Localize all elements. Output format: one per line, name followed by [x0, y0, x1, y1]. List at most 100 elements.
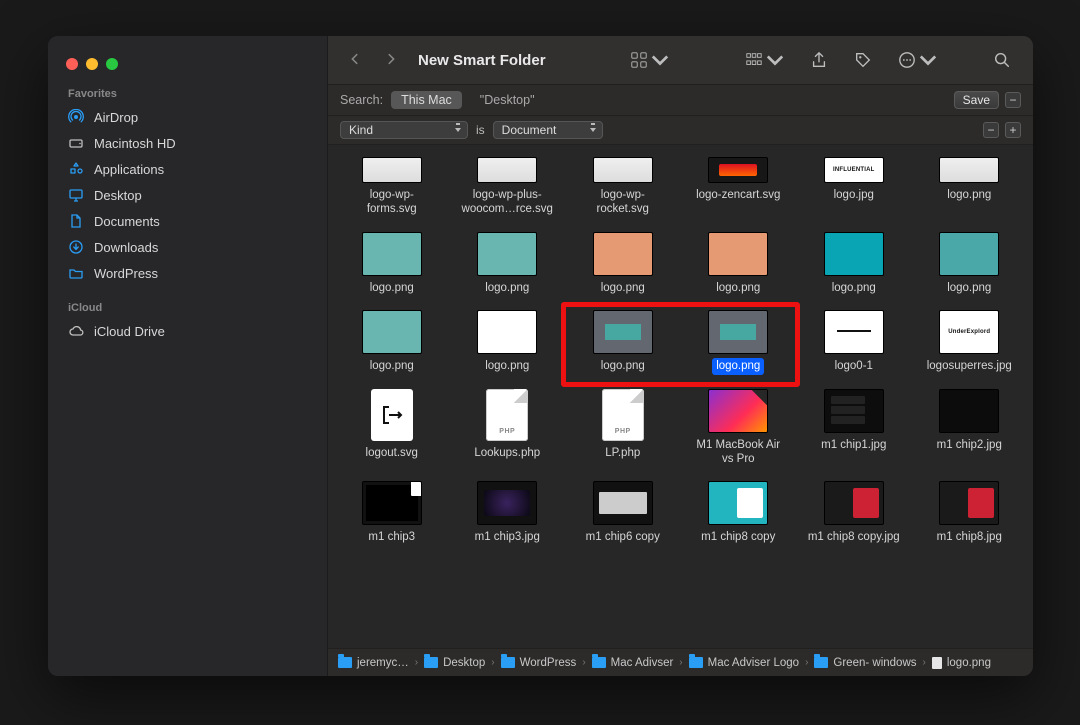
file-thumbnail	[708, 157, 768, 183]
forward-button[interactable]	[378, 48, 404, 73]
file-name-label: logo.png	[481, 358, 533, 374]
file-item[interactable]: logo.png	[452, 308, 564, 380]
file-item[interactable]: logo.png	[567, 308, 679, 380]
hdd-icon	[68, 135, 84, 151]
file-item[interactable]: logo.png	[452, 230, 564, 302]
chevron-right-icon: ›	[677, 657, 684, 668]
chevron-right-icon: ›	[413, 657, 420, 668]
file-item[interactable]: m1 chip8 copy.jpg	[798, 479, 910, 551]
add-criteria-button[interactable]: +	[1005, 122, 1021, 138]
file-item[interactable]: logo-wp-rocket.svg	[567, 155, 679, 224]
file-item[interactable]: logo.png	[683, 308, 795, 380]
action-menu-button[interactable]	[890, 47, 945, 73]
path-crumb-label: Green- windows	[833, 657, 916, 669]
sidebar-item-label: Macintosh HD	[94, 136, 176, 151]
file-item[interactable]: PHPLookups.php	[452, 387, 564, 474]
file-item[interactable]: m1 chip6 copy	[567, 479, 679, 551]
file-grid[interactable]: logo-wp-forms.svg logo-wp-plus-woocom…rce…	[328, 145, 1033, 648]
remove-criteria-button[interactable]: −	[983, 122, 999, 138]
minimize-window-button[interactable]	[86, 58, 98, 70]
folder-icon	[592, 657, 606, 668]
file-item[interactable]: logo-zencart.svg	[683, 155, 795, 224]
back-button[interactable]	[342, 48, 368, 73]
share-button[interactable]	[802, 47, 836, 73]
file-item[interactable]: logo.png	[798, 230, 910, 302]
file-item[interactable]: UnderExplord logosuperres.jpg	[914, 308, 1026, 380]
remove-scope-button[interactable]: −	[1005, 92, 1021, 108]
file-thumbnail	[939, 481, 999, 525]
path-crumb[interactable]: jeremyc…	[338, 657, 409, 669]
path-crumb-label: Mac Adviser Logo	[708, 657, 799, 669]
sidebar-item-label: Downloads	[94, 240, 158, 255]
sidebar-item-applications[interactable]: Applications	[48, 156, 327, 182]
path-crumb[interactable]: Green- windows	[814, 657, 916, 669]
folder-icon	[338, 657, 352, 668]
folder-icon	[424, 657, 438, 668]
tags-button[interactable]	[846, 47, 880, 73]
file-item[interactable]: m1 chip2.jpg	[914, 387, 1026, 474]
main-pane: New Smart Folder	[328, 36, 1033, 676]
sidebar-item-downloads[interactable]: Downloads	[48, 234, 327, 260]
file-name-label: logosuperres.jpg	[923, 358, 1016, 374]
file-name-label: logo.png	[597, 280, 649, 296]
scope-this-mac[interactable]: This Mac	[391, 91, 462, 109]
file-item[interactable]: logo0-1	[798, 308, 910, 380]
close-window-button[interactable]	[66, 58, 78, 70]
file-name-label: Lookups.php	[470, 445, 544, 461]
save-search-button[interactable]: Save	[954, 91, 999, 109]
file-item[interactable]: m1 chip1.jpg	[798, 387, 910, 474]
file-item[interactable]: logout.svg	[336, 387, 448, 474]
chevron-right-icon: ›	[803, 657, 810, 668]
sidebar-item-icloud-drive[interactable]: iCloud Drive	[48, 318, 327, 344]
file-item[interactable]: logo.png	[567, 230, 679, 302]
document-icon	[68, 213, 84, 229]
path-crumb[interactable]: WordPress	[501, 657, 577, 669]
folder-icon	[68, 265, 84, 281]
file-item[interactable]: m1 chip8.jpg	[914, 479, 1026, 551]
file-item[interactable]: logo.png	[336, 230, 448, 302]
fullscreen-window-button[interactable]	[106, 58, 118, 70]
file-item[interactable]: m1 chip3.jpg	[452, 479, 564, 551]
sidebar: FavoritesAirDropMacintosh HDApplications…	[48, 36, 328, 676]
sidebar-item-wordpress[interactable]: WordPress	[48, 260, 327, 286]
file-thumbnail	[708, 481, 768, 525]
file-name-label: m1 chip8.jpg	[933, 529, 1006, 545]
group-by-button[interactable]	[737, 47, 792, 73]
file-item[interactable]: M1 MacBook Air vs Pro	[683, 387, 795, 474]
file-name-label: logo.png	[943, 280, 995, 296]
file-item[interactable]: INFLUENTIALlogo.jpg	[798, 155, 910, 224]
file-item[interactable]: logo.png	[914, 155, 1026, 224]
path-crumb-label: WordPress	[520, 657, 577, 669]
view-icon-mode-button[interactable]	[622, 47, 677, 73]
file-thumbnail: UnderExplord	[939, 310, 999, 354]
sidebar-item-airdrop[interactable]: AirDrop	[48, 104, 327, 130]
file-name-label: logo-wp-plus-woocom…rce.svg	[457, 187, 557, 218]
file-item[interactable]: logo.png	[336, 308, 448, 380]
finder-window: FavoritesAirDropMacintosh HDApplications…	[48, 36, 1033, 676]
sidebar-item-macintosh-hd[interactable]: Macintosh HD	[48, 130, 327, 156]
sidebar-item-desktop[interactable]: Desktop	[48, 182, 327, 208]
file-name-label: m1 chip2.jpg	[933, 437, 1006, 453]
file-item[interactable]: m1 chip3	[336, 479, 448, 551]
path-crumb[interactable]: Desktop	[424, 657, 485, 669]
path-crumb[interactable]: Mac Adivser	[592, 657, 674, 669]
file-thumbnail	[477, 157, 537, 183]
criteria-attribute-select[interactable]: Kind	[340, 121, 468, 139]
file-item[interactable]: logo-wp-plus-woocom…rce.svg	[452, 155, 564, 224]
path-crumb[interactable]: logo.png	[932, 657, 991, 669]
file-item[interactable]: logo.png	[683, 230, 795, 302]
file-item[interactable]: m1 chip8 copy	[683, 479, 795, 551]
file-item[interactable]: logo.png	[914, 230, 1026, 302]
sidebar-item-documents[interactable]: Documents	[48, 208, 327, 234]
file-thumbnail	[708, 389, 768, 433]
file-item[interactable]: PHPLP.php	[567, 387, 679, 474]
apps-icon	[68, 161, 84, 177]
scope-desktop[interactable]: "Desktop"	[470, 91, 545, 109]
criteria-value-select[interactable]: Document	[493, 121, 603, 139]
path-crumb[interactable]: Mac Adviser Logo	[689, 657, 799, 669]
sidebar-item-label: iCloud Drive	[94, 324, 165, 339]
file-name-label: LP.php	[601, 445, 644, 461]
file-item[interactable]: logo-wp-forms.svg	[336, 155, 448, 224]
search-button[interactable]	[985, 47, 1019, 73]
chevron-right-icon: ›	[580, 657, 587, 668]
